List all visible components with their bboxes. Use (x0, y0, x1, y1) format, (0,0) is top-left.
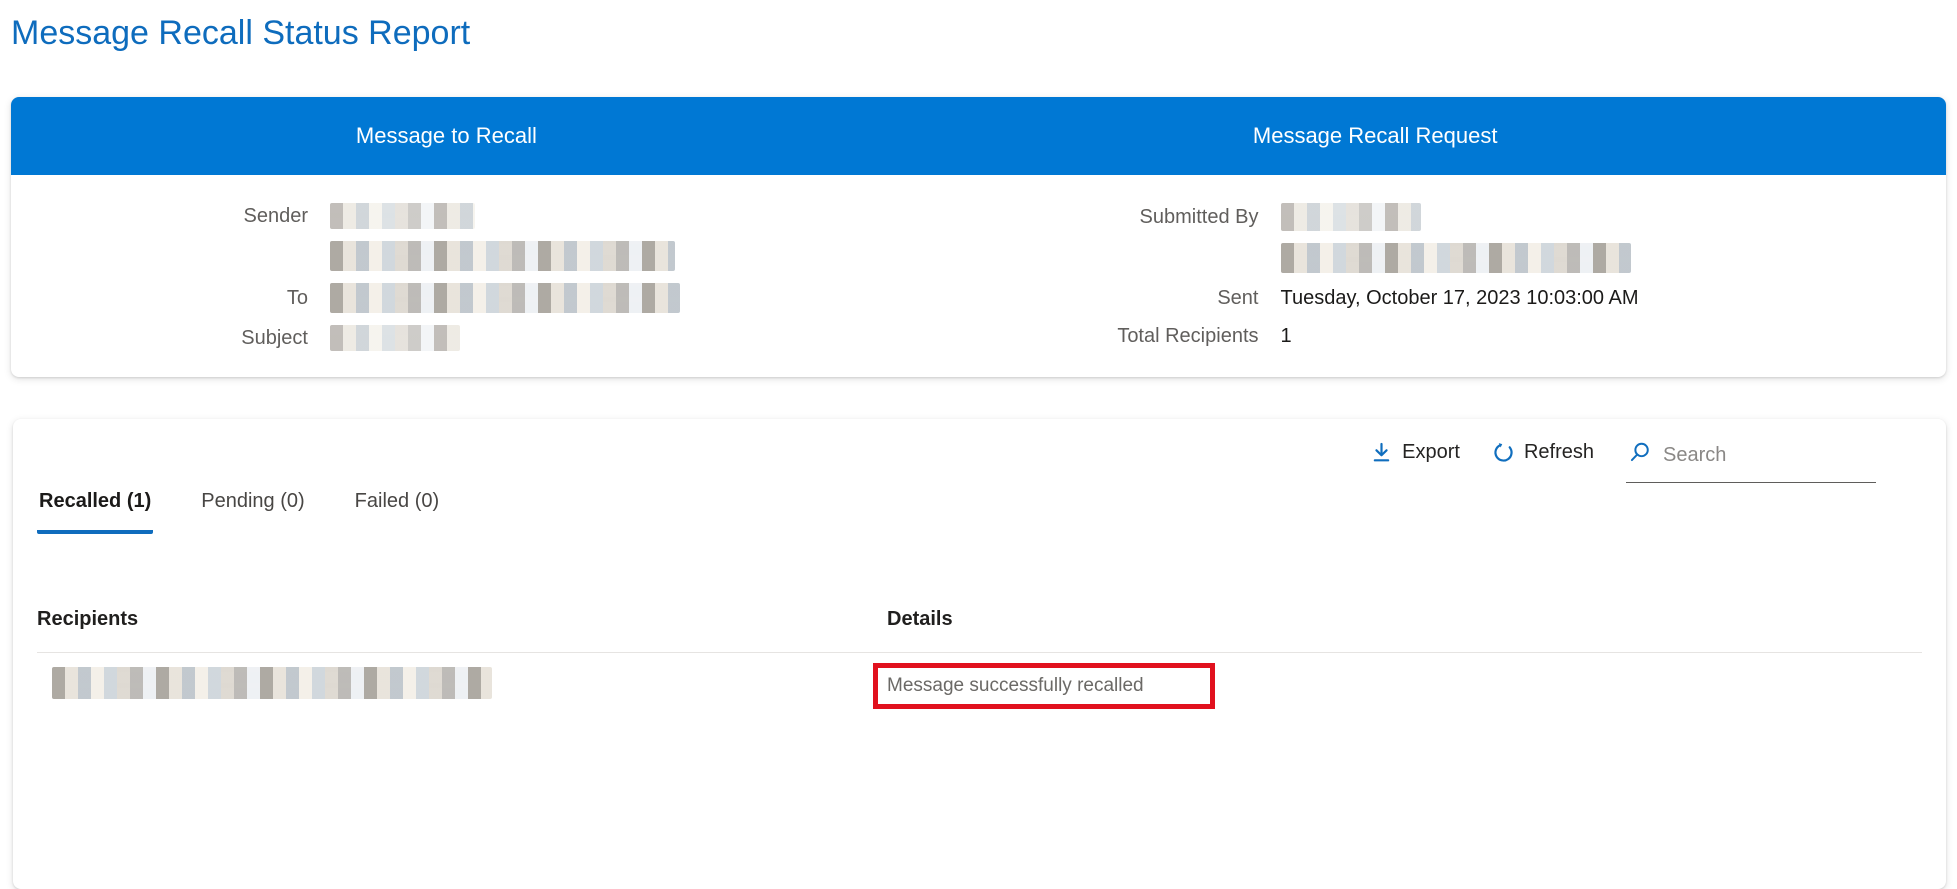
subject-label: Subject (11, 327, 308, 350)
search-icon (1628, 441, 1651, 470)
refresh-button[interactable]: Refresh (1492, 441, 1594, 464)
sender-label: Sender (11, 205, 308, 228)
summary-header-bar: Message to Recall Message Recall Request (11, 97, 1946, 175)
summary-fields: Sender To Subject (11, 175, 1946, 377)
details-cell: Message successfully recalled (887, 663, 1922, 709)
export-label: Export (1402, 441, 1460, 464)
tab-failed[interactable]: Failed (0) (353, 490, 441, 534)
recall-results-card: Export Refresh Recalled (1) Pending ( (13, 419, 1946, 889)
recipient-cell (37, 667, 887, 704)
message-to-recall-header: Message to Recall (356, 123, 537, 149)
recall-request-section: Submitted By Sent Tuesday, October 17, 2… (979, 203, 1947, 351)
sender-value-line1 (330, 203, 979, 229)
to-label: To (11, 287, 308, 310)
tab-pending[interactable]: Pending (0) (199, 490, 306, 534)
refresh-label: Refresh (1524, 441, 1594, 464)
details-column-header: Details (887, 608, 1922, 631)
submitted-by-value-line1 (1281, 203, 1947, 231)
page-title: Message Recall Status Report (11, 13, 1957, 53)
download-icon (1370, 441, 1393, 464)
export-button[interactable]: Export (1370, 441, 1460, 464)
sent-label: Sent (979, 287, 1259, 310)
results-toolbar: Export Refresh (1370, 439, 1876, 483)
message-recall-request-header: Message Recall Request (1253, 123, 1498, 149)
recall-status-highlight-box: Message successfully recalled (873, 663, 1215, 709)
total-recipients-value: 1 (1281, 323, 1947, 349)
table-header-row: Recipients Details (37, 608, 1922, 653)
submitted-by-label: Submitted By (979, 206, 1259, 229)
refresh-icon (1492, 441, 1515, 464)
tab-recalled[interactable]: Recalled (1) (37, 490, 153, 534)
subject-value (330, 325, 979, 351)
submitted-by-value-line2 (1281, 243, 1947, 273)
table-row[interactable]: Message successfully recalled (37, 653, 1922, 709)
search-input[interactable] (1661, 443, 1874, 468)
sent-value: Tuesday, October 17, 2023 10:03:00 AM (1281, 285, 1947, 311)
search-field[interactable] (1626, 439, 1876, 483)
to-value (330, 283, 979, 313)
recipients-column-header: Recipients (37, 608, 887, 631)
recipient-redacted-value (52, 667, 492, 699)
recall-summary-card: Message to Recall Message Recall Request… (11, 97, 1946, 377)
sender-value-line2 (330, 241, 979, 271)
total-recipients-label: Total Recipients (979, 325, 1259, 348)
message-to-recall-section: Sender To Subject (11, 203, 979, 351)
